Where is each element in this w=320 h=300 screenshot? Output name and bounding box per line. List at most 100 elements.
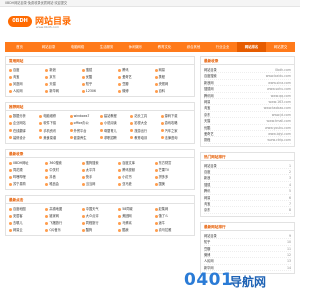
site-link[interactable]: 百度文库 [118,160,154,166]
site-link[interactable]: 母婴育儿 [100,128,130,134]
site-link[interactable]: 企业网站 [9,120,39,126]
site-link[interactable]: QQ音乐 [45,227,81,233]
site-link[interactable]: 软件下载 [39,120,69,126]
site-link[interactable]: 法律咨询 [160,135,191,141]
site-link[interactable]: 携程 [154,74,191,80]
site-link[interactable]: office办公 [69,120,100,126]
site-link[interactable]: 太平洋 [81,167,118,173]
site-link[interactable]: 高德地图 [45,206,81,212]
site-link[interactable]: 建站教程 [100,113,130,119]
site-link[interactable]: 抖音 [45,174,81,180]
site-link[interactable]: 酷狗 [81,227,118,233]
site-link[interactable]: 淘宝 [9,74,45,80]
nav-item[interactable]: 网站提交 [266,42,295,52]
site-link[interactable]: 百度 [9,67,45,73]
site-link[interactable]: 在线翻译 [9,128,39,134]
site-link[interactable]: 站长工具 [130,113,160,119]
nav-item[interactable]: 休闲娱乐 [121,42,150,52]
site-link[interactable]: 央视网 [154,81,191,87]
site-link[interactable]: 腾讯视频 [118,167,154,173]
site-link[interactable]: 豆瓣 [118,81,154,87]
site-link[interactable]: 新华网 [45,88,81,94]
site-link[interactable]: 求职招聘 [100,135,130,141]
site-link[interactable]: 源码下载 [160,113,191,119]
nav-item[interactable]: 首页 [5,42,34,52]
site-link[interactable]: 途牛 [154,220,191,226]
site-link[interactable]: 游戏攻略 [160,120,191,126]
site-link[interactable]: 搜狐 [81,67,118,73]
nav-item[interactable]: 电脑网络 [63,42,92,52]
site-link[interactable]: 天猫 [45,81,81,87]
site-link[interactable]: 数据分析 [9,113,39,119]
list-item[interactable]: 携程 www.ctrip.com [204,137,291,144]
site-link[interactable]: 马蜂窝 [118,220,154,226]
site-link[interactable]: 小说阅读 [100,120,130,126]
site-link[interactable]: 网易云 [9,227,45,233]
site-link[interactable]: 同花顺 [9,167,45,173]
site-link[interactable]: 汽车之家 [160,128,191,134]
site-link[interactable]: 亚马逊 [118,181,154,187]
list-item-name: 百度搜索 [204,74,217,79]
site-link[interactable]: 新浪 [45,67,81,73]
site-link[interactable]: 美团网 [118,213,154,219]
site-link[interactable]: 人民网 [9,88,45,94]
site-link[interactable]: 外贸平台 [69,128,100,134]
site-link[interactable]: 赶集网 [154,206,191,212]
site-link[interactable]: 旅游出行 [130,128,160,134]
site-link[interactable]: 12306 [81,88,118,94]
site-link[interactable]: 链家网 [45,213,81,219]
site-link[interactable]: 影视大全 [130,120,160,126]
site-link[interactable]: 小红书 [118,174,154,180]
site-link[interactable]: 国美 [154,181,191,187]
nav-item[interactable]: 综合其他 [179,42,208,52]
site-link[interactable]: 饿了么 [154,213,191,219]
site-link[interactable]: 快手 [81,174,118,180]
site-link[interactable]: 去哪儿 [9,220,45,226]
site-link[interactable]: 东方财富 [154,160,191,166]
site-link[interactable]: 网易 [154,67,191,73]
site-favicon-icon [45,89,49,93]
site-link[interactable]: 微博 [118,88,154,94]
site-link[interactable]: 唯品会 [45,181,81,187]
site-link[interactable]: 百科 [154,88,191,94]
site-link[interactable]: 芒果TV [154,167,191,173]
site-link[interactable]: 飞猪旅行 [45,220,81,226]
site-link[interactable]: 360搜索 [45,160,81,166]
site-link[interactable]: 百度地图 [9,206,45,212]
logo-badge[interactable]: 0BDH [8,16,32,27]
site-link[interactable]: 凤凰网 [9,81,45,87]
site-link[interactable]: 电脑维修 [39,113,69,119]
site-link[interactable]: 中关村 [45,167,81,173]
site-link[interactable]: 哔哩哔哩 [9,174,45,180]
site-link[interactable]: 酷我 [118,227,154,233]
site-link[interactable]: 当当网 [81,181,118,187]
site-link[interactable]: 美食菜谱 [39,135,69,141]
site-link[interactable]: 安居客 [9,213,45,219]
nav-item[interactable]: 网站目录 [34,42,63,52]
nav-item[interactable]: 行业企业 [208,42,237,52]
site-link[interactable]: 中国天气 [81,206,118,212]
site-link[interactable]: 爱奇艺 [118,74,154,80]
site-link[interactable]: 搜狗搜索 [81,160,118,166]
site-link[interactable]: 健康养生 [69,135,100,141]
nav-item[interactable]: 教育文化 [150,42,179,52]
list-item[interactable]: 京东 8 [204,207,291,214]
site-link[interactable]: 拼多多 [154,174,191,180]
site-link[interactable]: windows7 [69,113,100,119]
site-link[interactable]: 手机资讯 [39,128,69,134]
section-title: 常用网站 [6,57,194,65]
nav-item[interactable]: 生活服务 [92,42,121,52]
site-link[interactable]: 0BDH网址 [9,160,45,166]
site-link[interactable]: 喜马拉雅 [154,227,191,233]
site-link[interactable]: 58同城 [118,206,154,212]
site-link[interactable]: 知乎 [81,81,118,87]
site-link[interactable]: 腾讯 [118,67,154,73]
nav-item-active[interactable]: 网站排名 [237,42,266,52]
site-link[interactable]: 教育培训 [130,135,160,141]
site-link[interactable]: 优酷 [81,74,118,80]
site-link[interactable]: 大众点评 [81,213,118,219]
site-link[interactable]: 苏宁易购 [9,181,45,187]
site-link[interactable]: 京东 [45,74,81,80]
site-link[interactable]: 装修设计 [9,135,39,141]
site-link[interactable]: 同程旅行 [81,220,118,226]
